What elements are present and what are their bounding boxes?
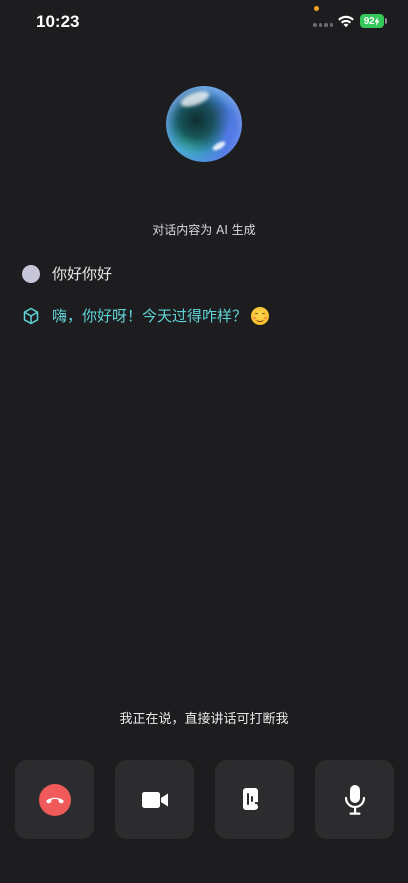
video-button[interactable] (115, 760, 194, 839)
call-controls: 文 (15, 760, 394, 839)
phone-hangup-icon (45, 797, 64, 804)
assistant-message-text: 嗨，你好呀！今天过得咋样？ (52, 307, 248, 325)
smiling-face-icon (251, 306, 270, 325)
charging-bolt-icon (374, 16, 380, 26)
speaking-hint: 我正在说，直接讲话可打断我 (119, 712, 289, 727)
user-avatar (22, 264, 40, 283)
battery-nub (385, 18, 387, 24)
signal-icon (313, 23, 333, 27)
status-bar: 10:23 92 (0, 0, 408, 44)
microphone-button[interactable] (315, 760, 394, 839)
battery-level: 92 (363, 15, 375, 27)
cube-icon (23, 307, 39, 324)
microphone-icon (344, 784, 365, 815)
battery-charging-icon: 92 (360, 14, 384, 28)
video-camera-icon (141, 791, 168, 808)
wifi-icon (338, 15, 354, 28)
voice-to-text-icon: 文 (242, 787, 267, 813)
user-message-text: 你好你好 (52, 265, 113, 283)
privacy-indicator-dot (314, 6, 319, 11)
assistant-message: 嗨，你好呀！今天过得咋样？ (22, 305, 270, 326)
user-message: 你好你好 (22, 263, 112, 284)
hangup-circle (38, 783, 71, 816)
ai-generated-notice: 对话内容为 AI 生成 (152, 223, 256, 237)
status-time: 10:23 (36, 12, 80, 31)
subtitle-button[interactable]: 文 (215, 760, 294, 839)
svg-text:文: 文 (255, 799, 267, 813)
hang-up-button[interactable] (15, 760, 94, 839)
